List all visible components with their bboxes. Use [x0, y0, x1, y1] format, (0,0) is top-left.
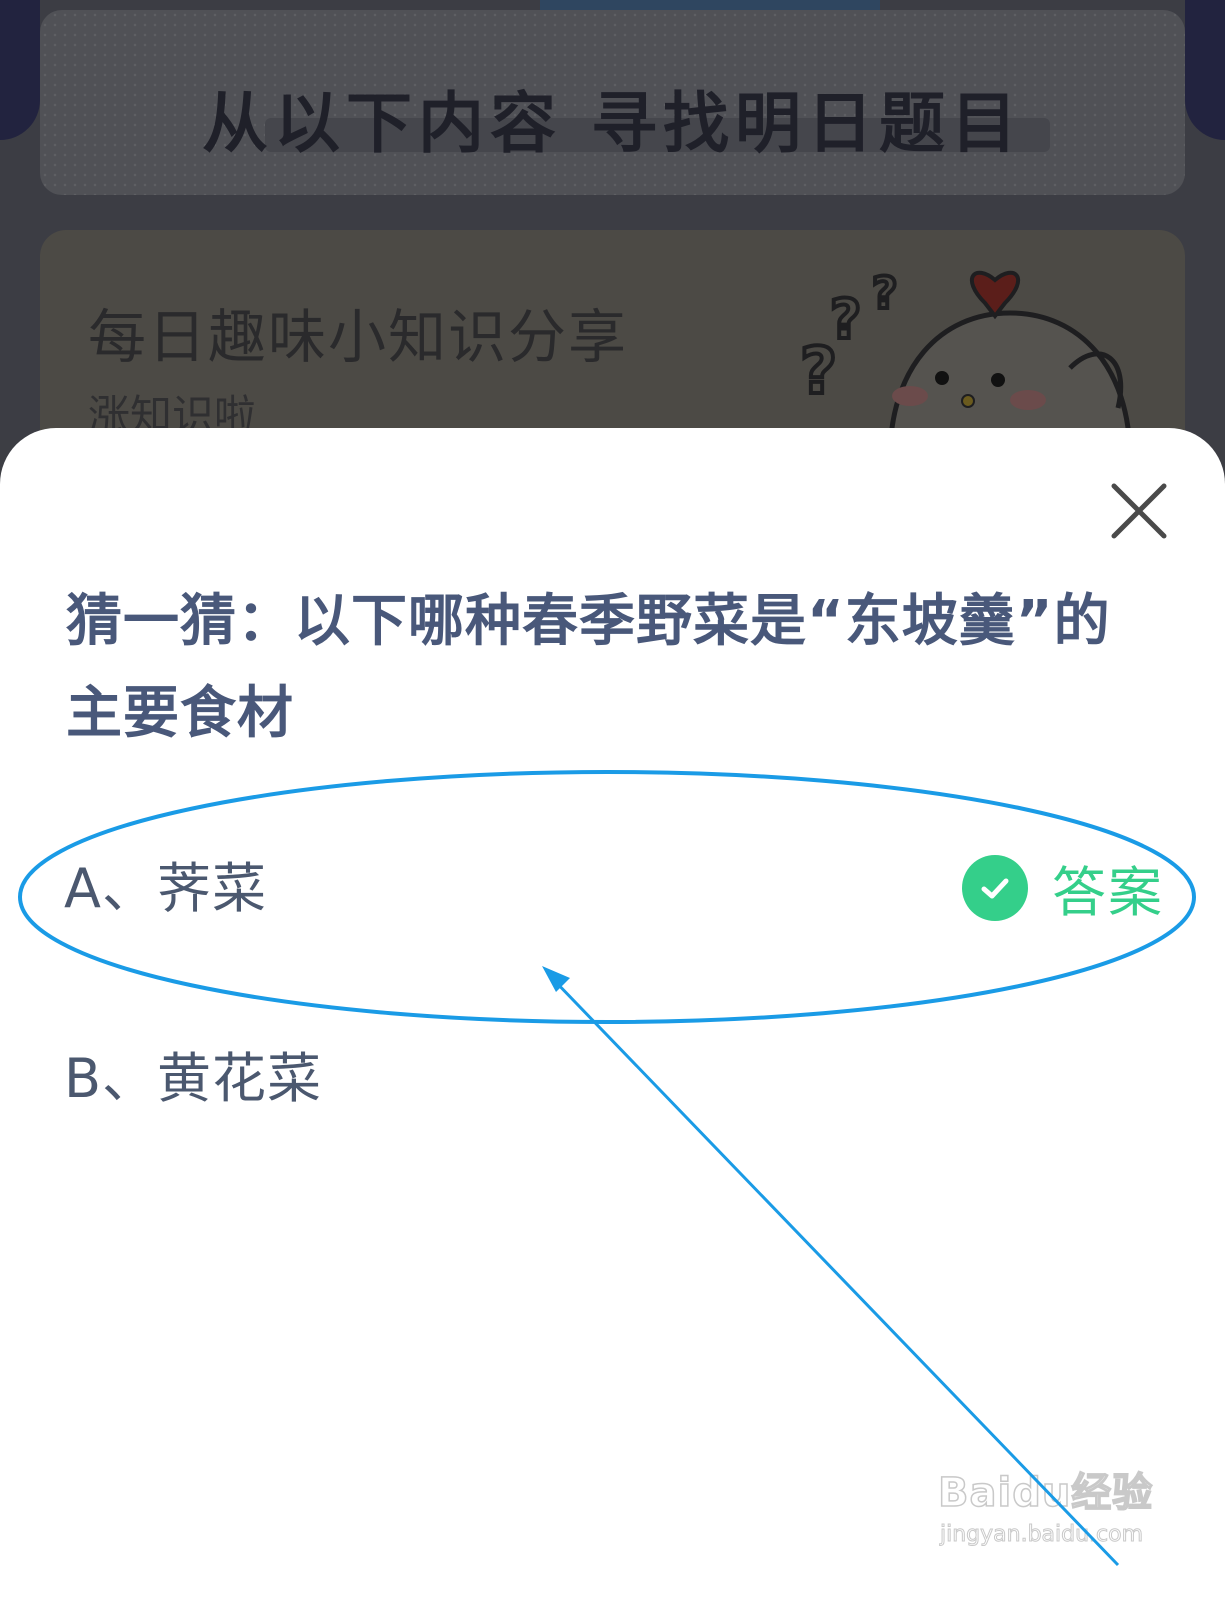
answer-badge: 答案 — [962, 848, 1164, 927]
option-a[interactable]: A、荠菜 答案 — [64, 838, 1164, 928]
background-page: 从以下内容 寻找明日题目 每日趣味小知识分享 涨知识啦 ? ? ? — [0, 0, 1225, 490]
question-modal: 猜一猜：以下哪种春季野菜是“东坡羹”的主要食材 A、荠菜 答案 B、黄花菜 Ba… — [0, 428, 1225, 1600]
close-icon — [1111, 483, 1167, 539]
close-button[interactable] — [1108, 480, 1170, 542]
option-b-label: B、黄花菜 — [64, 1046, 323, 1110]
option-b[interactable]: B、黄花菜 — [64, 1028, 1164, 1118]
check-icon — [962, 854, 1028, 921]
banner-left-decoration — [0, 0, 40, 140]
svg-text:?: ? — [872, 268, 898, 319]
tomorrow-question-card: 从以下内容 寻找明日题目 — [40, 10, 1185, 195]
banner-right-decoration — [1185, 0, 1225, 140]
question-text: 猜一猜：以下哪种春季野菜是“东坡羹”的主要食材 — [66, 589, 1111, 746]
knowledge-title: 每日趣味小知识分享 — [88, 303, 629, 371]
watermark-url: jingyan.baidu.com — [939, 1522, 1144, 1548]
option-a-label: A、荠菜 — [64, 856, 267, 920]
baidu-jingyan-watermark: Baidu经验 jingyan.baidu.com — [937, 1448, 1178, 1568]
answer-label: 答案 — [1052, 861, 1164, 924]
svg-text:?: ? — [830, 288, 861, 351]
banner-top-strip — [540, 0, 880, 10]
watermark-text: Baidu经验 — [937, 1469, 1154, 1517]
card-title: 从以下内容 寻找明日题目 — [202, 85, 1023, 162]
